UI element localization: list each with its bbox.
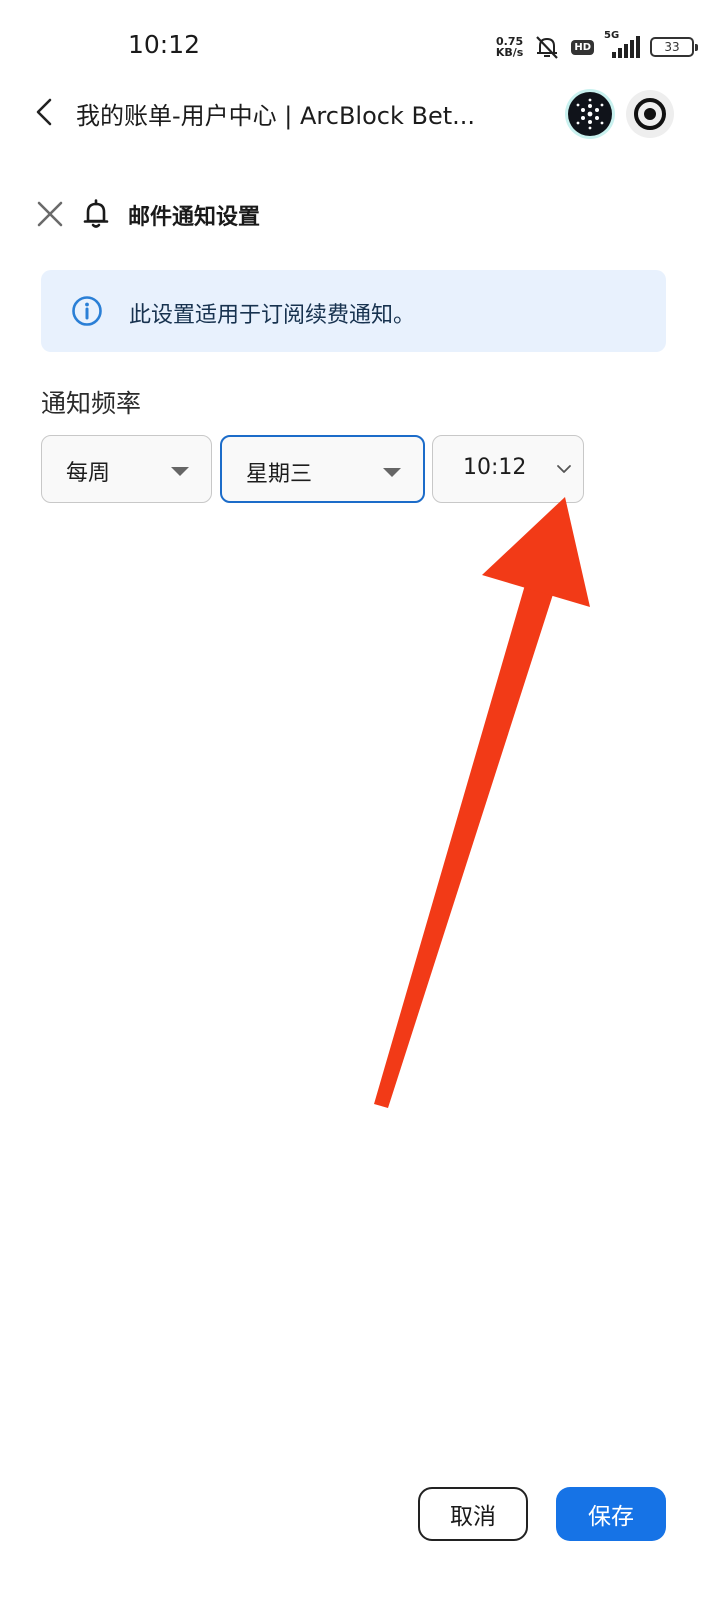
- dropdown-caret-icon: [383, 468, 401, 477]
- muted-bell-icon: [536, 36, 559, 59]
- network-speed-unit: KB/s: [495, 46, 524, 59]
- info-text: 此设置适用于订阅续费通知。: [129, 303, 416, 328]
- dialog-title: 邮件通知设置: [128, 205, 261, 230]
- weekday-select-value: 星期三: [246, 462, 313, 487]
- annotation-arrow: [374, 497, 590, 1108]
- frequency-select[interactable]: 每周: [41, 435, 212, 503]
- signal-icon: 5G: [604, 30, 640, 58]
- status-time: 10:12: [128, 30, 201, 59]
- info-icon: [72, 296, 102, 326]
- status-bar: 10:12 0.75 KB/s HD 5G 33: [0, 0, 720, 92]
- frequency-label: 通知频率: [41, 389, 142, 418]
- frequency-select-value: 每周: [66, 461, 111, 486]
- screen: 10:12 0.75 KB/s HD 5G 33 我的账单-用户中心 | Arc…: [0, 0, 720, 1600]
- time-select[interactable]: 10:12: [432, 435, 584, 503]
- battery-icon: 33: [650, 37, 698, 57]
- back-arrow-icon[interactable]: [28, 94, 64, 130]
- page-title: 我的账单-用户中心 | ArcBlock Bet...: [76, 102, 476, 130]
- weekday-select[interactable]: 星期三: [220, 435, 425, 503]
- hd-badge: HD: [571, 39, 594, 55]
- app-header: 我的账单-用户中心 | ArcBlock Bet...: [0, 80, 720, 146]
- dropdown-caret-icon: [171, 467, 189, 476]
- network-type: 5G: [604, 30, 620, 41]
- time-select-value: 10:12: [463, 455, 527, 480]
- status-icons: 0.75 KB/s HD 5G 33: [496, 30, 698, 62]
- chevron-down-icon: [557, 465, 571, 473]
- record-icon: [634, 98, 666, 130]
- network-speed: 0.75 KB/s: [496, 36, 523, 58]
- record-button[interactable]: [626, 90, 674, 138]
- info-alert: 此设置适用于订阅续费通知。: [41, 270, 666, 352]
- close-icon[interactable]: [34, 198, 66, 230]
- save-button[interactable]: 保存: [556, 1487, 666, 1541]
- cancel-button[interactable]: 取消: [418, 1487, 528, 1541]
- app-logo-icon[interactable]: [568, 92, 612, 136]
- bell-icon: [83, 199, 109, 228]
